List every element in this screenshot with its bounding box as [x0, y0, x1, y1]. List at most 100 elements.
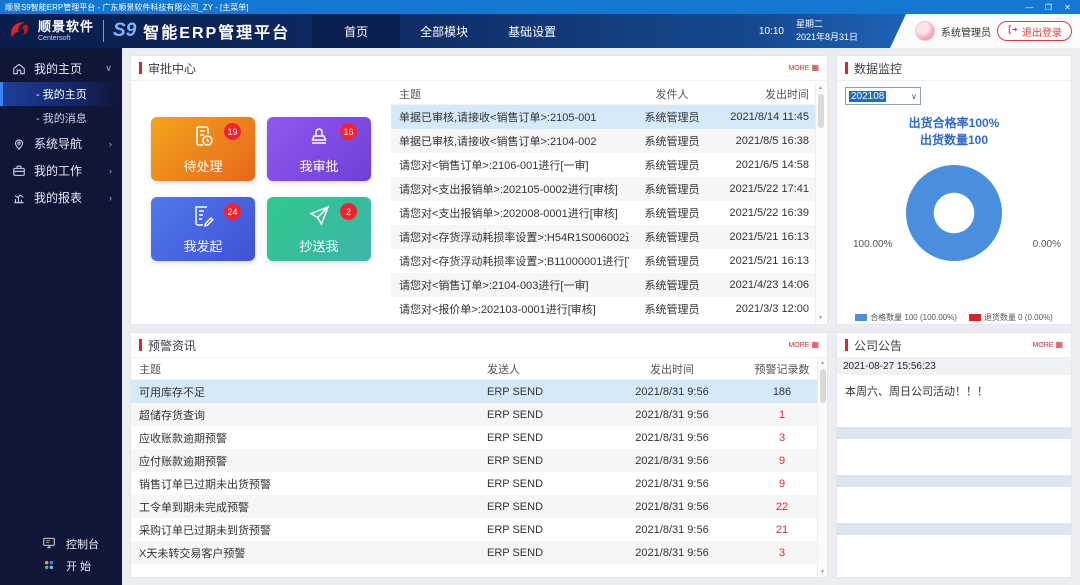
- approval-tiles: 19待处理16我审批24我发起2抄送我: [131, 81, 383, 325]
- donut-right-label: 0.00%: [1033, 239, 1061, 250]
- row-time: 2021/8/5 16:38: [715, 135, 815, 147]
- announcements-panel-title: 公司公告: [854, 337, 902, 354]
- announcement-text[interactable]: 本周六、周日公司活动！！！: [837, 375, 1071, 427]
- approval-row[interactable]: 请您对<销售订单>:2104-003进行[一审]系统管理员2021/4/23 1…: [391, 273, 815, 297]
- alert-row[interactable]: 可用库存不足ERP SEND2021/8/31 9:56186: [131, 380, 817, 403]
- alert-row[interactable]: 采购订单已过期未到货预警ERP SEND2021/8/31 9:5621: [131, 518, 817, 541]
- maximize-button[interactable]: ❐: [1041, 1, 1056, 14]
- sidebar-subitem-我的主页[interactable]: - 我的主页: [0, 82, 122, 106]
- row-time: 2021/3/3 12:00: [715, 303, 815, 315]
- alert-row[interactable]: X天未转交易客户预警ERP SEND2021/8/31 9:563: [131, 541, 817, 564]
- navigation-icon: [12, 137, 26, 151]
- legend-label: 合格数量 100 (100.00%): [870, 312, 957, 323]
- approval-scrollbar[interactable]: ▲ ▼: [815, 83, 825, 323]
- row-subject: 请您对<销售订单>:2104-003进行[一审]: [391, 277, 629, 293]
- sidebar-item-系统导航[interactable]: 系统导航›: [0, 130, 122, 157]
- row-sender: 系统管理员: [629, 181, 715, 197]
- announcement-empty-slot: [837, 439, 1071, 475]
- approval-row[interactable]: 请您对<存货浮动耗损率设置>:B11000001进行[审核]系统管理员2021/…: [391, 249, 815, 273]
- report-icon: [12, 191, 26, 205]
- tile-label: 我发起: [183, 236, 222, 255]
- tile-我审批[interactable]: 16我审批: [267, 117, 371, 181]
- scroll-thumb[interactable]: [820, 369, 826, 403]
- sidebar-item-label: 我的主页: [34, 60, 82, 77]
- logout-button[interactable]: 退出登录: [997, 21, 1072, 41]
- scroll-up-icon[interactable]: ▲: [820, 360, 825, 366]
- column-header: 发件人: [629, 86, 715, 102]
- row-subject: 工令单到期未完成预警: [131, 499, 487, 515]
- row-alert-count: 9: [747, 478, 817, 490]
- row-time: 2021/8/31 9:56: [597, 432, 747, 444]
- scroll-up-icon[interactable]: ▲: [818, 85, 823, 91]
- alert-row[interactable]: 超储存货查询ERP SEND2021/8/31 9:561: [131, 403, 817, 426]
- approval-row[interactable]: 单据已审核,请接收<销售订单>:2104-002系统管理员2021/8/5 16…: [391, 129, 815, 153]
- row-time: 2021/5/21 16:13: [715, 255, 815, 267]
- row-subject: 请您对<报价单>:202103-0001进行[审核]: [391, 301, 629, 317]
- sidebar-item-label: 我的工作: [34, 162, 82, 179]
- sidebar-item-我的报表[interactable]: 我的报表›: [0, 184, 122, 211]
- row-time: 2021/6/5 14:58: [715, 159, 815, 171]
- approval-row[interactable]: 请您对<支出报销单>:202105-0002进行[审核]系统管理员2021/5/…: [391, 177, 815, 201]
- tile-我发起[interactable]: 24我发起: [151, 197, 255, 261]
- donut-chart: [906, 165, 1002, 261]
- donut-left-label: 100.00%: [853, 239, 892, 250]
- alert-row[interactable]: 应收账款逾期预警ERP SEND2021/8/31 9:563: [131, 426, 817, 449]
- alert-row[interactable]: 工令单到期未完成预警ERP SEND2021/8/31 9:5622: [131, 495, 817, 518]
- scroll-down-icon[interactable]: ▼: [818, 315, 823, 321]
- tile-抄送我[interactable]: 2抄送我: [267, 197, 371, 261]
- alert-row[interactable]: 应付账款逾期预警ERP SEND2021/8/31 9:569: [131, 449, 817, 472]
- sidebar-subitem-我的消息[interactable]: - 我的消息: [0, 106, 122, 130]
- nav-tab[interactable]: 首页: [312, 14, 400, 48]
- row-sender: 系统管理员: [629, 229, 715, 245]
- avatar[interactable]: [915, 21, 935, 41]
- row-sender: 系统管理员: [629, 253, 715, 269]
- logout-icon: [1007, 24, 1018, 38]
- alerts-scrollbar[interactable]: ▲ ▼: [817, 358, 827, 577]
- alerts-table-header: 主题发送人发出时间预警记录数: [131, 358, 817, 380]
- tile-待处理[interactable]: 19待处理: [151, 117, 255, 181]
- brand-name-cn: 顺景软件: [38, 20, 94, 33]
- date: 2021年8月31日: [796, 31, 858, 45]
- alerts-more-button[interactable]: MORE ▦: [788, 341, 819, 349]
- scroll-thumb[interactable]: [818, 94, 824, 128]
- pending-icon: [191, 124, 215, 153]
- approval-row[interactable]: 单据已审核,请接收<销售订单>:2105-001系统管理员2021/8/14 1…: [391, 105, 815, 129]
- row-sender: 系统管理员: [629, 277, 715, 293]
- approval-panel-title: 审批中心: [148, 60, 196, 77]
- nav-tab[interactable]: 基础设置: [488, 14, 576, 48]
- announcements-more-button[interactable]: MORE ▦: [1032, 341, 1063, 349]
- row-subject: 请您对<存货浮动耗损率设置>:B11000001进行[审核]: [391, 253, 629, 269]
- row-subject: 请您对<存货浮动耗损率设置>:H54R1S006002进行[审核]: [391, 229, 629, 245]
- row-sender: ERP SEND: [487, 432, 597, 444]
- start-button[interactable]: 开 始: [0, 555, 122, 577]
- approval-row[interactable]: 请您对<销售订单>:2106-001进行[一审]系统管理员2021/6/5 14…: [391, 153, 815, 177]
- alert-row[interactable]: 销售订单已过期未出货预警ERP SEND2021/8/31 9:569: [131, 472, 817, 495]
- period-select[interactable]: 202108 ∨: [845, 87, 921, 105]
- app-header: 顺景软件 Centersoft S9 智能ERP管理平台 首页全部模块基础设置 …: [0, 14, 1080, 48]
- approval-more-button[interactable]: MORE ▦: [788, 64, 819, 72]
- close-button[interactable]: ✕: [1060, 1, 1075, 14]
- badge-count: 16: [340, 123, 357, 140]
- chevron-right-icon: ›: [109, 139, 112, 149]
- alerts-panel: 预警资讯 MORE ▦ 主题发送人发出时间预警记录数 可用库存不足ERP SEN…: [130, 332, 828, 578]
- column-header: 发送人: [487, 361, 597, 377]
- approval-row[interactable]: 请您对<支出报销单>:202008-0001进行[审核]系统管理员2021/5/…: [391, 201, 815, 225]
- row-sender: ERP SEND: [487, 501, 597, 513]
- approval-row[interactable]: 请您对<报价单>:202103-0001进行[审核]系统管理员2021/3/3 …: [391, 297, 815, 321]
- window-controls: — ❐ ✕: [1022, 1, 1075, 14]
- console-button[interactable]: 控制台: [0, 533, 122, 555]
- sidebar-item-我的主页[interactable]: 我的主页∨: [0, 55, 122, 82]
- grid-icon: ▦: [811, 341, 819, 349]
- legend-label: 退货数量 0 (0.00%): [984, 312, 1053, 323]
- approval-row[interactable]: 请您对<存货浮动耗损率设置>:H54R1S006002进行[审核]系统管理员20…: [391, 225, 815, 249]
- minimize-button[interactable]: —: [1022, 1, 1037, 14]
- row-alert-count: 9: [747, 455, 817, 467]
- sidebar-item-我的工作[interactable]: 我的工作›: [0, 157, 122, 184]
- sidebar-bottom: 控制台 开 始: [0, 533, 122, 577]
- row-time: 2021/8/31 9:56: [597, 478, 747, 490]
- nav-tab[interactable]: 全部模块: [400, 14, 488, 48]
- approval-center-panel: 审批中心 MORE ▦ 19待处理16我审批24我发起2抄送我 主题发件人发出时…: [130, 55, 828, 325]
- grid-icon: ▦: [811, 64, 819, 72]
- row-time: 2021/8/14 11:45: [715, 111, 815, 123]
- scroll-down-icon[interactable]: ▼: [820, 569, 825, 575]
